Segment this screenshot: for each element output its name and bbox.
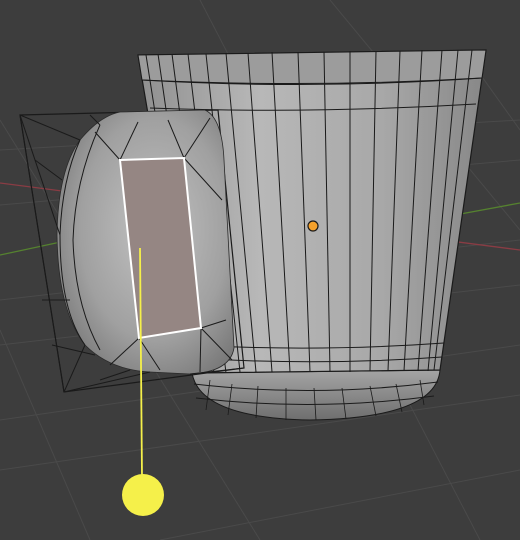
handle-mesh[interactable] bbox=[19, 109, 245, 393]
y-axis-line-right bbox=[454, 202, 520, 216]
cup-rim bbox=[137, 49, 487, 85]
3d-viewport[interactable] bbox=[0, 0, 520, 540]
object-origin-dot[interactable] bbox=[307, 220, 319, 232]
cup-bottom bbox=[191, 369, 441, 421]
proportional-edit-circle[interactable] bbox=[122, 474, 164, 516]
